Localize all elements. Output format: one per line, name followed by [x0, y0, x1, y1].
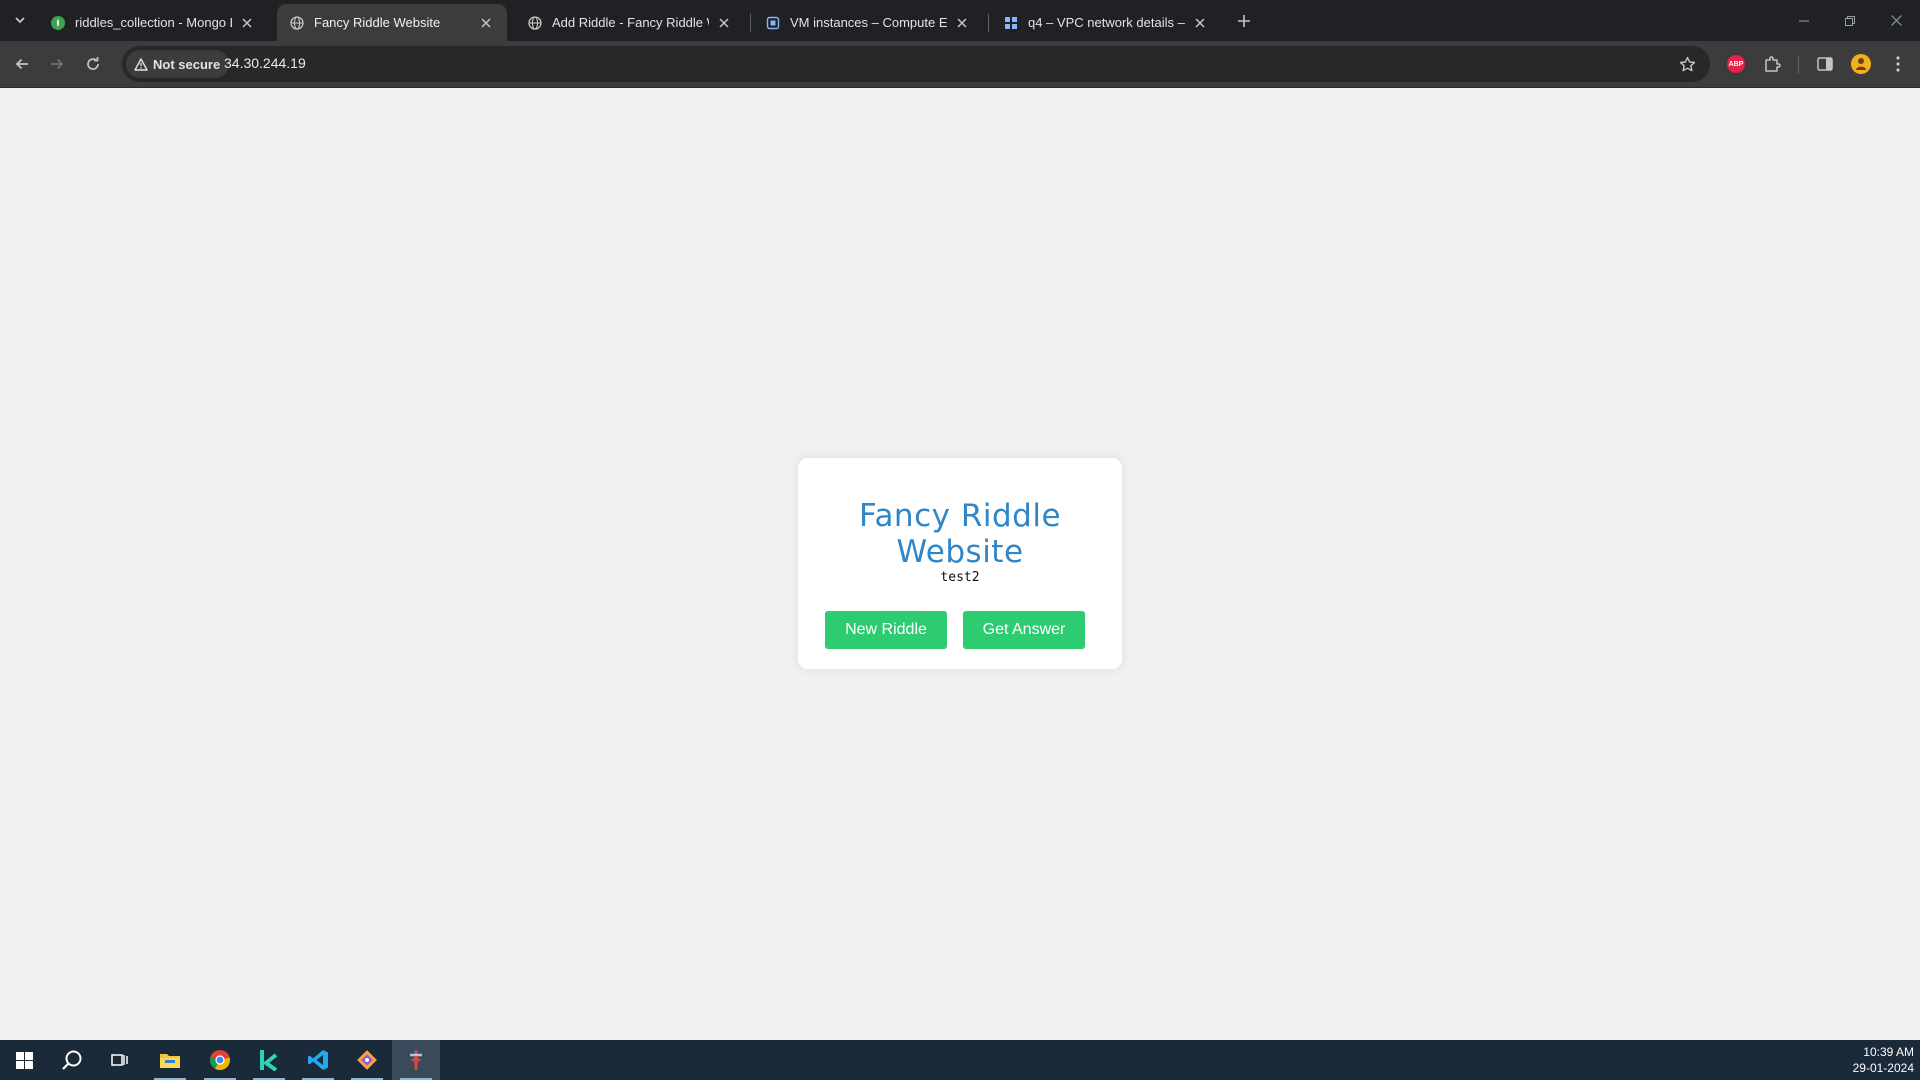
- tab-vm-instances[interactable]: VM instances – Compute Engin: [753, 4, 983, 41]
- reload-icon: [87, 57, 99, 70]
- tab-title: Add Riddle - Fancy Riddle Web: [552, 15, 709, 30]
- tab-separator: [988, 14, 989, 32]
- globe-icon: [527, 15, 543, 31]
- adblock-plus-extension[interactable]: ABP: [1724, 52, 1748, 76]
- forward-button[interactable]: [43, 50, 71, 78]
- taskbar-kotlin-app[interactable]: [245, 1040, 293, 1080]
- riddle-text: test2: [940, 570, 980, 585]
- bookmark-star-button[interactable]: [1676, 53, 1698, 75]
- plus-icon: [1238, 15, 1250, 27]
- url-text: 34.30.244.19: [224, 55, 306, 71]
- reload-button[interactable]: [79, 50, 107, 78]
- arrow-left-icon: [15, 58, 28, 70]
- avatar: [1851, 54, 1871, 74]
- star-icon: [1679, 56, 1695, 71]
- close-icon[interactable]: [477, 14, 495, 32]
- app-icon: [410, 1050, 422, 1070]
- vscode-icon: [308, 1050, 328, 1070]
- minimize-icon: [1799, 20, 1809, 21]
- tab-title: VM instances – Compute Engin: [790, 15, 947, 30]
- taskbar-chrome[interactable]: [196, 1040, 244, 1080]
- file-explorer-icon: [160, 1054, 180, 1068]
- taskbar-file-explorer[interactable]: [146, 1040, 194, 1080]
- profile-button[interactable]: [1849, 52, 1873, 76]
- system-clock[interactable]: 10:39 AM 29-01-2024: [1853, 1044, 1914, 1076]
- vpc-network-icon: [1003, 15, 1019, 31]
- close-icon: [1890, 15, 1902, 26]
- kotlin-icon: [260, 1050, 278, 1071]
- tab-add-riddle[interactable]: Add Riddle - Fancy Riddle Web: [515, 4, 745, 41]
- compute-engine-icon: [765, 15, 781, 31]
- taskbar-vscode[interactable]: [294, 1040, 342, 1080]
- windows-start-icon: [15, 1051, 33, 1069]
- tab-mongo-express[interactable]: riddles_collection - Mongo Exp: [38, 4, 268, 41]
- chrome-icon: [210, 1050, 230, 1070]
- browser-toolbar: Not secure 34.30.244.19 ABP: [0, 41, 1920, 88]
- windows-taskbar: 10:39 AM 29-01-2024: [0, 1040, 1920, 1080]
- arrow-right-icon: [51, 58, 64, 70]
- abp-icon: ABP: [1727, 55, 1745, 73]
- tab-title: q4 – VPC network details – VPC: [1028, 15, 1185, 30]
- taskbar-git-app[interactable]: [343, 1040, 391, 1080]
- security-chip-label: Not secure: [153, 56, 221, 72]
- close-icon[interactable]: [238, 14, 256, 32]
- taskbar-active-app[interactable]: [392, 1040, 440, 1080]
- tab-fancy-riddle-website[interactable]: Fancy Riddle Website: [277, 4, 507, 41]
- taskbar-search-button[interactable]: [48, 1040, 96, 1080]
- browser-tab-strip: riddles_collection - Mongo Exp Fancy Rid…: [0, 0, 1920, 41]
- tab-separator: [750, 14, 751, 32]
- side-panel-button[interactable]: [1813, 52, 1837, 76]
- puzzle-icon: [1765, 56, 1781, 72]
- clock-time: 10:39 AM: [1863, 1045, 1914, 1059]
- close-icon[interactable]: [1191, 14, 1209, 32]
- search-icon: [62, 1050, 82, 1070]
- riddle-card: Fancy Riddle Website test2 New Riddle Ge…: [798, 458, 1122, 669]
- new-riddle-button[interactable]: New Riddle: [825, 611, 947, 649]
- restore-icon: [1845, 15, 1855, 26]
- tab-vpc-network-details[interactable]: q4 – VPC network details – VPC: [991, 4, 1221, 41]
- clock-date: 29-01-2024: [1852, 1061, 1914, 1075]
- back-button[interactable]: [8, 50, 36, 78]
- new-tab-button[interactable]: [1232, 9, 1256, 33]
- get-answer-button[interactable]: Get Answer: [963, 611, 1085, 649]
- browser-menu-button[interactable]: [1886, 52, 1910, 76]
- toolbar-separator: [1798, 56, 1799, 74]
- warning-icon: [134, 57, 148, 71]
- address-bar[interactable]: Not secure 34.30.244.19: [122, 46, 1710, 82]
- close-icon[interactable]: [953, 14, 971, 32]
- kebab-menu-icon: [1896, 56, 1900, 72]
- task-view-button[interactable]: [96, 1040, 144, 1080]
- minimize-button[interactable]: [1781, 0, 1827, 41]
- close-window-button[interactable]: [1873, 0, 1919, 41]
- extensions-button[interactable]: [1760, 52, 1784, 76]
- page-title: Fancy Riddle Website: [858, 498, 1062, 570]
- task-view-icon: [111, 1054, 128, 1066]
- tab-title: riddles_collection - Mongo Exp: [75, 15, 232, 30]
- side-panel-icon: [1817, 57, 1833, 71]
- git-icon: [357, 1050, 377, 1070]
- tab-title: Fancy Riddle Website: [314, 15, 441, 30]
- globe-icon: [289, 15, 305, 31]
- tab-search-button[interactable]: [7, 8, 33, 32]
- mongo-leaf-icon: [50, 15, 66, 31]
- restore-button[interactable]: [1827, 0, 1873, 41]
- security-chip[interactable]: Not secure: [126, 50, 230, 78]
- close-icon[interactable]: [715, 14, 733, 32]
- start-button[interactable]: [0, 1040, 48, 1080]
- chevron-down-icon: [15, 17, 25, 24]
